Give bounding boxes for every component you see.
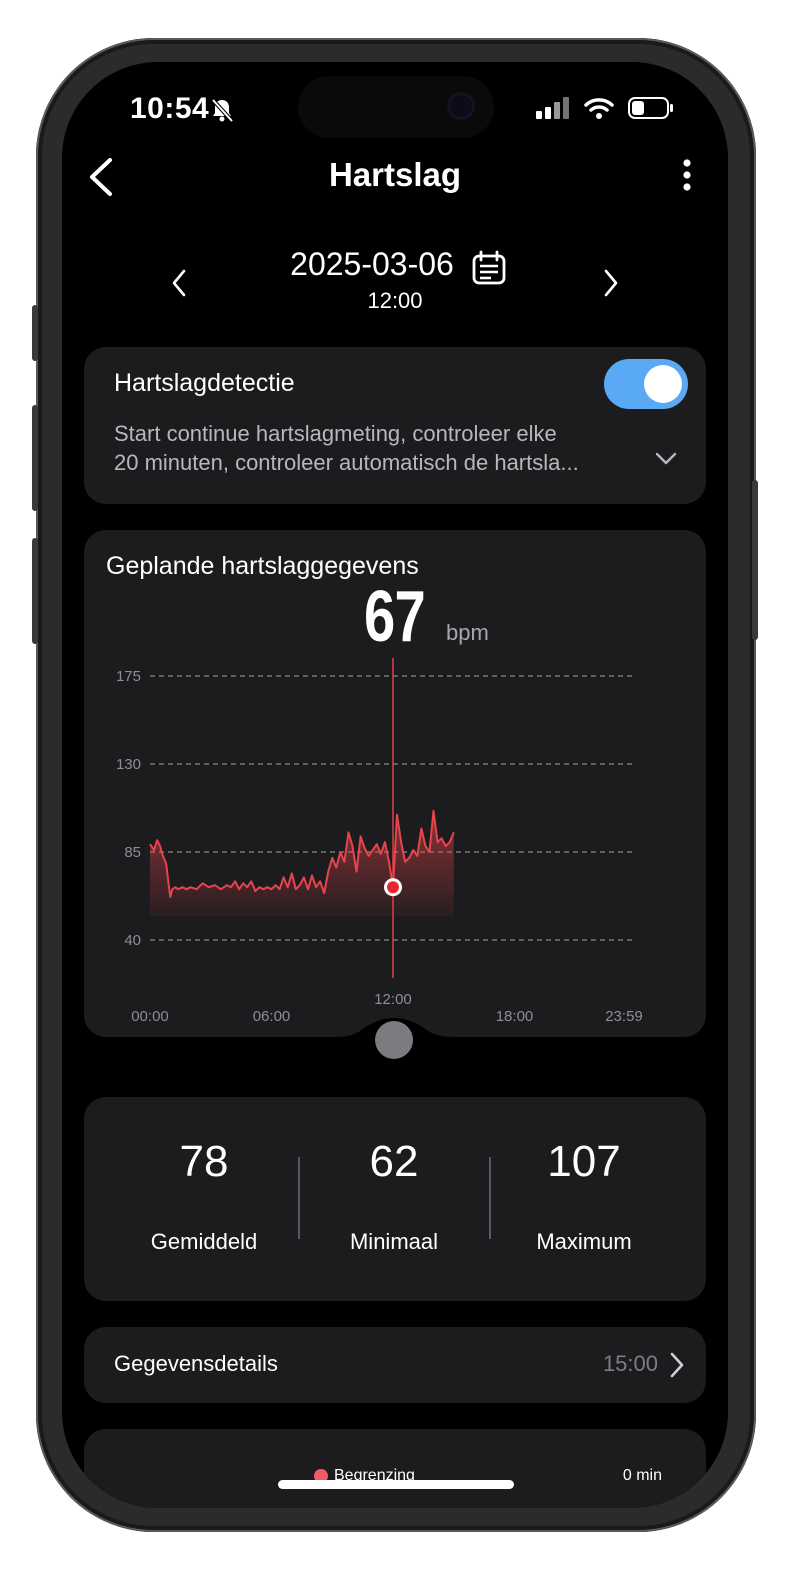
description-line-2: 20 minuten, controleer automatisch de ha… xyxy=(114,450,579,475)
stat-maximum: 107 Maximum xyxy=(484,1137,684,1255)
time-label: 12:00 xyxy=(367,288,423,313)
detection-description: Start continue hartslagmeting, controlee… xyxy=(114,419,654,477)
front-camera xyxy=(450,95,472,117)
x-tick-label: 06:00 xyxy=(253,1008,291,1025)
stat-minimum: 62 Minimaal xyxy=(294,1137,494,1255)
detection-title: Hartslagdetectie xyxy=(114,369,295,397)
chart-card: Geplande hartslaggegevens 67 bpm 175 130 8… xyxy=(84,530,706,1059)
date-text[interactable]: 2025-03-06 xyxy=(290,246,454,282)
y-tick-label: 85 xyxy=(124,844,141,861)
chevron-down-icon[interactable] xyxy=(654,451,678,472)
stats-card: 78 Gemiddeld 62 Minimaal 107 Maximum xyxy=(84,1097,706,1301)
y-tick-label: 130 xyxy=(116,756,141,773)
heart-rate-chart[interactable]: 175 130 85 40 00:00 06:00 12:00 18:00 23:59 xyxy=(84,530,706,1059)
y-tick-label: 175 xyxy=(116,668,141,685)
volume-down-button xyxy=(32,538,38,644)
page-title: Hartslag xyxy=(328,156,462,193)
more-vertical-icon[interactable] xyxy=(682,158,692,199)
battery-icon xyxy=(628,96,674,125)
screen: 10:54 Hartslag 2025-03-06 12:00 Hartslag… xyxy=(62,62,728,1508)
nav-bar: Hartslag xyxy=(62,150,728,200)
cellular-icon xyxy=(536,97,570,124)
chevron-right-icon xyxy=(668,1351,686,1384)
minimum-label: Minimaal xyxy=(349,1229,439,1254)
dynamic-island xyxy=(298,76,494,138)
average-value: 78 xyxy=(179,1137,229,1186)
x-tick-label: 12:00 xyxy=(374,991,412,1008)
x-tick-label: 18:00 xyxy=(496,1008,534,1025)
volume-up-button xyxy=(32,405,38,511)
date-label[interactable]: 2025-03-06 xyxy=(62,246,728,283)
wifi-icon xyxy=(584,97,614,124)
zones-card: Begrenzing 0 min xyxy=(84,1429,706,1508)
date-selector: 2025-03-06 12:00 xyxy=(62,246,728,316)
toggle-knob xyxy=(644,365,682,403)
y-tick-label: 40 xyxy=(124,932,141,949)
scrub-handle[interactable] xyxy=(375,1021,413,1059)
minimum-value: 62 xyxy=(369,1137,419,1186)
stat-average: 78 Gemiddeld xyxy=(104,1137,304,1255)
x-tick-label: 00:00 xyxy=(131,1008,169,1025)
zone-value: 0 min xyxy=(622,1467,662,1484)
average-label: Gemiddeld xyxy=(150,1229,258,1254)
action-button xyxy=(32,305,38,361)
details-row[interactable]: Gegevensdetails 15:00 xyxy=(84,1327,706,1403)
cursor-marker xyxy=(387,881,399,894)
detection-card: Hartslagdetectie Start continue hartslag… xyxy=(84,347,706,504)
power-button xyxy=(752,480,758,640)
status-time: 10:54 xyxy=(130,92,210,125)
chevron-right-icon[interactable] xyxy=(602,268,620,303)
maximum-value: 107 xyxy=(547,1137,621,1186)
details-label: Gegevensdetails xyxy=(114,1351,278,1376)
detection-toggle[interactable] xyxy=(604,359,688,409)
description-line-1: Start continue hartslagmeting, controlee… xyxy=(114,421,557,446)
x-tick-label: 23:59 xyxy=(605,1008,643,1025)
bell-slash-icon xyxy=(208,96,236,129)
calendar-icon[interactable] xyxy=(471,250,507,291)
details-value: 15:00 xyxy=(602,1351,658,1376)
series-area xyxy=(150,810,454,916)
home-indicator[interactable] xyxy=(278,1480,514,1489)
maximum-label: Maximum xyxy=(536,1229,632,1254)
